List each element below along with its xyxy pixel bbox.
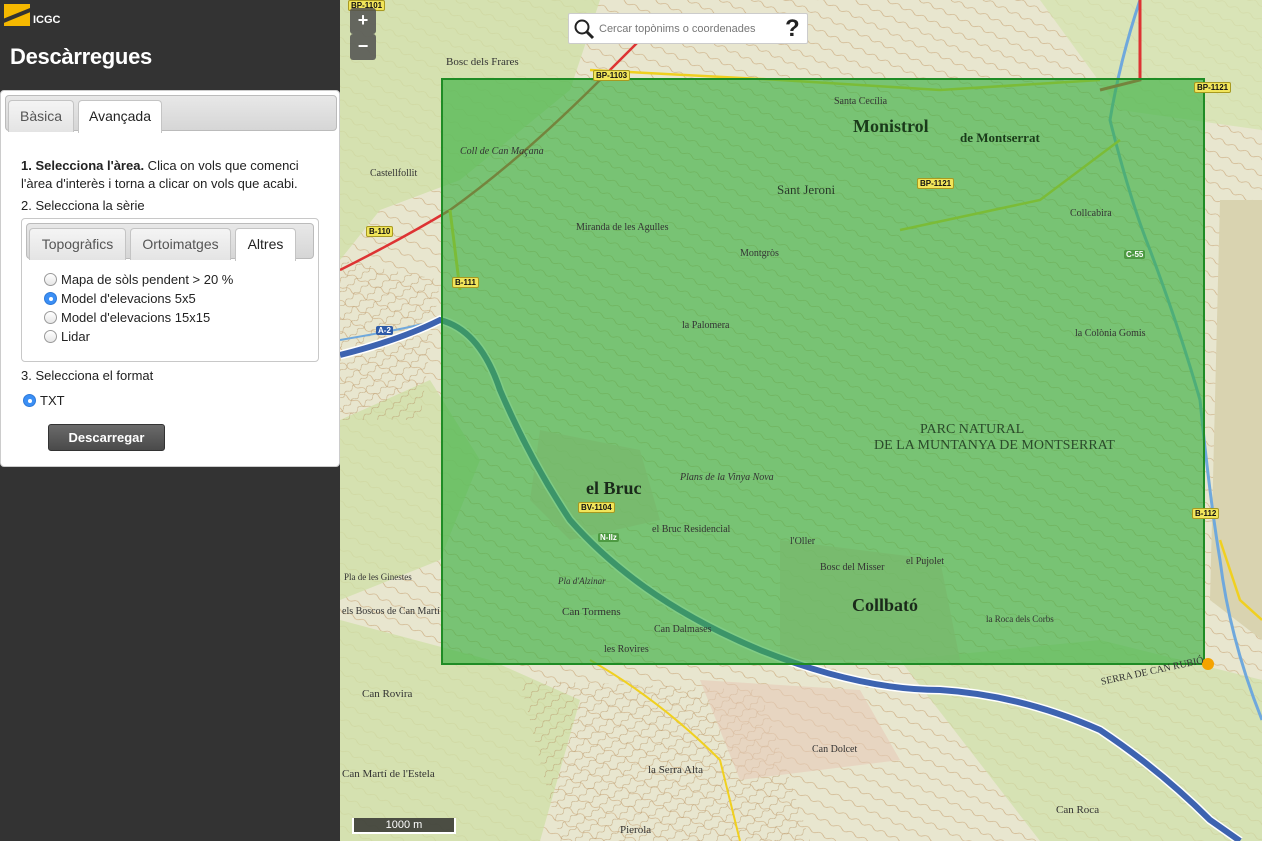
road-label-bp1121b: BP-1121 bbox=[917, 178, 955, 189]
series-option-pendent[interactable]: Mapa de sòls pendent > 20 % bbox=[44, 272, 233, 287]
map-label-pujolet: el Pujolet bbox=[906, 556, 945, 567]
map-label-pierola: Pierola bbox=[620, 824, 652, 836]
step-1-instructions: 1. Selecciona l'àrea. Clica on vols que … bbox=[21, 157, 321, 193]
tab-avancada[interactable]: Avançada bbox=[78, 100, 162, 133]
series-option-elevacions-5x5[interactable]: Model d'elevacions 5x5 bbox=[44, 291, 196, 306]
icgc-logo[interactable]: ICGC bbox=[4, 4, 61, 26]
map-label-can-dolcet: Can Dolcet bbox=[812, 744, 858, 755]
series-option-label: Mapa de sòls pendent > 20 % bbox=[61, 272, 234, 287]
map-label-can-tormens: Can Tormens bbox=[562, 606, 621, 618]
road-label-b112: B-112 bbox=[1192, 508, 1220, 519]
map-label-sant-jeroni: Sant Jeroni bbox=[777, 182, 836, 197]
map-label-monistrol: Monistrol bbox=[853, 116, 929, 136]
map-label-plans-vinya: Plans de la Vinya Nova bbox=[680, 472, 774, 483]
map-label-colonia-gomis: la Colònia Gomis bbox=[1075, 328, 1146, 339]
tab-basica[interactable]: Bàsica bbox=[8, 100, 74, 132]
sidebar: ICGC Descàrregues Bàsica Avançada 1. Sel… bbox=[0, 0, 340, 841]
topographic-map bbox=[340, 0, 1262, 841]
radio-button[interactable] bbox=[44, 292, 57, 305]
format-option-txt[interactable]: TXT bbox=[23, 393, 65, 408]
radio-button[interactable] bbox=[44, 330, 57, 343]
icgc-logo-icon bbox=[4, 4, 30, 26]
map-label-collbato: Collbató bbox=[852, 595, 919, 615]
map-label-bruc-residencial: el Bruc Residencial bbox=[652, 524, 731, 535]
search-icon[interactable] bbox=[573, 18, 595, 40]
search-box: ? bbox=[568, 13, 808, 44]
radio-button[interactable] bbox=[44, 273, 57, 286]
download-panel: Bàsica Avançada 1. Selecciona l'àrea. Cl… bbox=[0, 90, 340, 467]
series-option-lidar[interactable]: Lidar bbox=[44, 329, 90, 344]
map-label-castellfollit: Castellfollit bbox=[370, 168, 418, 179]
road-label-b111: B-111 bbox=[452, 277, 479, 288]
map-label-bosc-frares: Bosc dels Frares bbox=[446, 56, 519, 68]
help-icon[interactable]: ? bbox=[785, 15, 800, 43]
scale-bar: 1000 m bbox=[352, 818, 456, 834]
mode-tabbar: Bàsica Avançada bbox=[5, 95, 337, 133]
series-box: Topogràfics Ortoimatges Altres Mapa de s… bbox=[21, 218, 319, 362]
step-3-title: 3. Selecciona el format bbox=[21, 368, 154, 383]
series-option-elevacions-15x15[interactable]: Model d'elevacions 15x15 bbox=[44, 310, 210, 325]
tab-altres[interactable]: Altres bbox=[235, 228, 296, 261]
map-label-la-palomera: la Palomera bbox=[682, 320, 730, 331]
step-2-title: 2. Selecciona la sèrie bbox=[21, 198, 145, 213]
map-label-boscos-marti: els Boscos de Can Martí bbox=[342, 606, 440, 617]
road-label-bp1103: BP-1103 bbox=[593, 70, 631, 81]
series-option-label: Model d'elevacions 15x15 bbox=[61, 310, 211, 325]
search-input[interactable] bbox=[599, 18, 775, 40]
road-label-bp1121: BP-1121 bbox=[1194, 82, 1232, 93]
map-label-can-rovira: Can Rovira bbox=[362, 688, 413, 700]
map-label-bosc-misser: Bosc del Misser bbox=[820, 562, 885, 573]
map-label-collcabira: Collcabira bbox=[1070, 208, 1112, 219]
map-label-serra-alta: la Serra Alta bbox=[648, 764, 703, 776]
road-label-a2: A-2 bbox=[376, 326, 393, 335]
series-option-label: Lidar bbox=[61, 329, 90, 344]
map-label-pla-ginestes: Pla de les Ginestes bbox=[344, 572, 412, 582]
map-label-santa-cecilia: Santa Cecília bbox=[834, 96, 888, 107]
logo-text: ICGC bbox=[33, 14, 61, 26]
zoom-out-button[interactable]: − bbox=[350, 34, 376, 60]
tab-topografics[interactable]: Topogràfics bbox=[29, 228, 126, 260]
map-label-roca-corbs: la Roca dels Corbs bbox=[986, 614, 1054, 624]
map-label-les-rovires: les Rovires bbox=[604, 644, 649, 655]
map-label-pla-alzinar: Pla d'Alzinar bbox=[558, 576, 606, 586]
map-label-can-marti-estela: Can Martí de l'Estela bbox=[342, 768, 435, 780]
map-label-can-roca: Can Roca bbox=[1056, 804, 1100, 816]
map-label-montgros: Montgròs bbox=[740, 248, 779, 259]
map-view[interactable]: Monistrol de Montserrat PARC NATURAL DE … bbox=[340, 0, 1262, 841]
step-1-title: 1. Selecciona l'àrea. bbox=[21, 158, 145, 173]
selection-area bbox=[441, 78, 1205, 665]
tab-ortoimatges[interactable]: Ortoimatges bbox=[130, 228, 231, 260]
map-label-monistrol-2: de Montserrat bbox=[960, 130, 1040, 145]
map-label-parc-natural: PARC NATURAL bbox=[920, 422, 1025, 437]
format-option-label: TXT bbox=[40, 393, 65, 408]
map-label-el-bruc: el Bruc bbox=[586, 478, 642, 498]
radio-button[interactable] bbox=[23, 394, 36, 407]
series-tabbar: Topogràfics Ortoimatges Altres bbox=[26, 223, 314, 261]
road-label-b110: B-110 bbox=[366, 226, 394, 237]
radio-button[interactable] bbox=[44, 311, 57, 324]
road-label-n2z: N-IIz bbox=[598, 533, 619, 542]
map-label-loller: l'Oller bbox=[790, 536, 816, 547]
series-option-label: Model d'elevacions 5x5 bbox=[61, 291, 196, 306]
road-label-c55: C-55 bbox=[1124, 250, 1146, 259]
map-label-parc-natural-2: DE LA MUNTANYA DE MONTSERRAT bbox=[874, 438, 1115, 453]
map-label-can-dalmases: Can Dalmases bbox=[654, 624, 712, 635]
map-label-miranda-agulles: Miranda de les Agulles bbox=[576, 222, 669, 233]
road-label-bv1104: BV-1104 bbox=[578, 502, 615, 513]
page-title: Descàrregues bbox=[10, 44, 152, 69]
zoom-in-button[interactable]: + bbox=[350, 8, 376, 34]
download-button[interactable]: Descarregar bbox=[48, 424, 165, 451]
map-label-coll-can-macana: Coll de Can Maçana bbox=[460, 146, 544, 157]
